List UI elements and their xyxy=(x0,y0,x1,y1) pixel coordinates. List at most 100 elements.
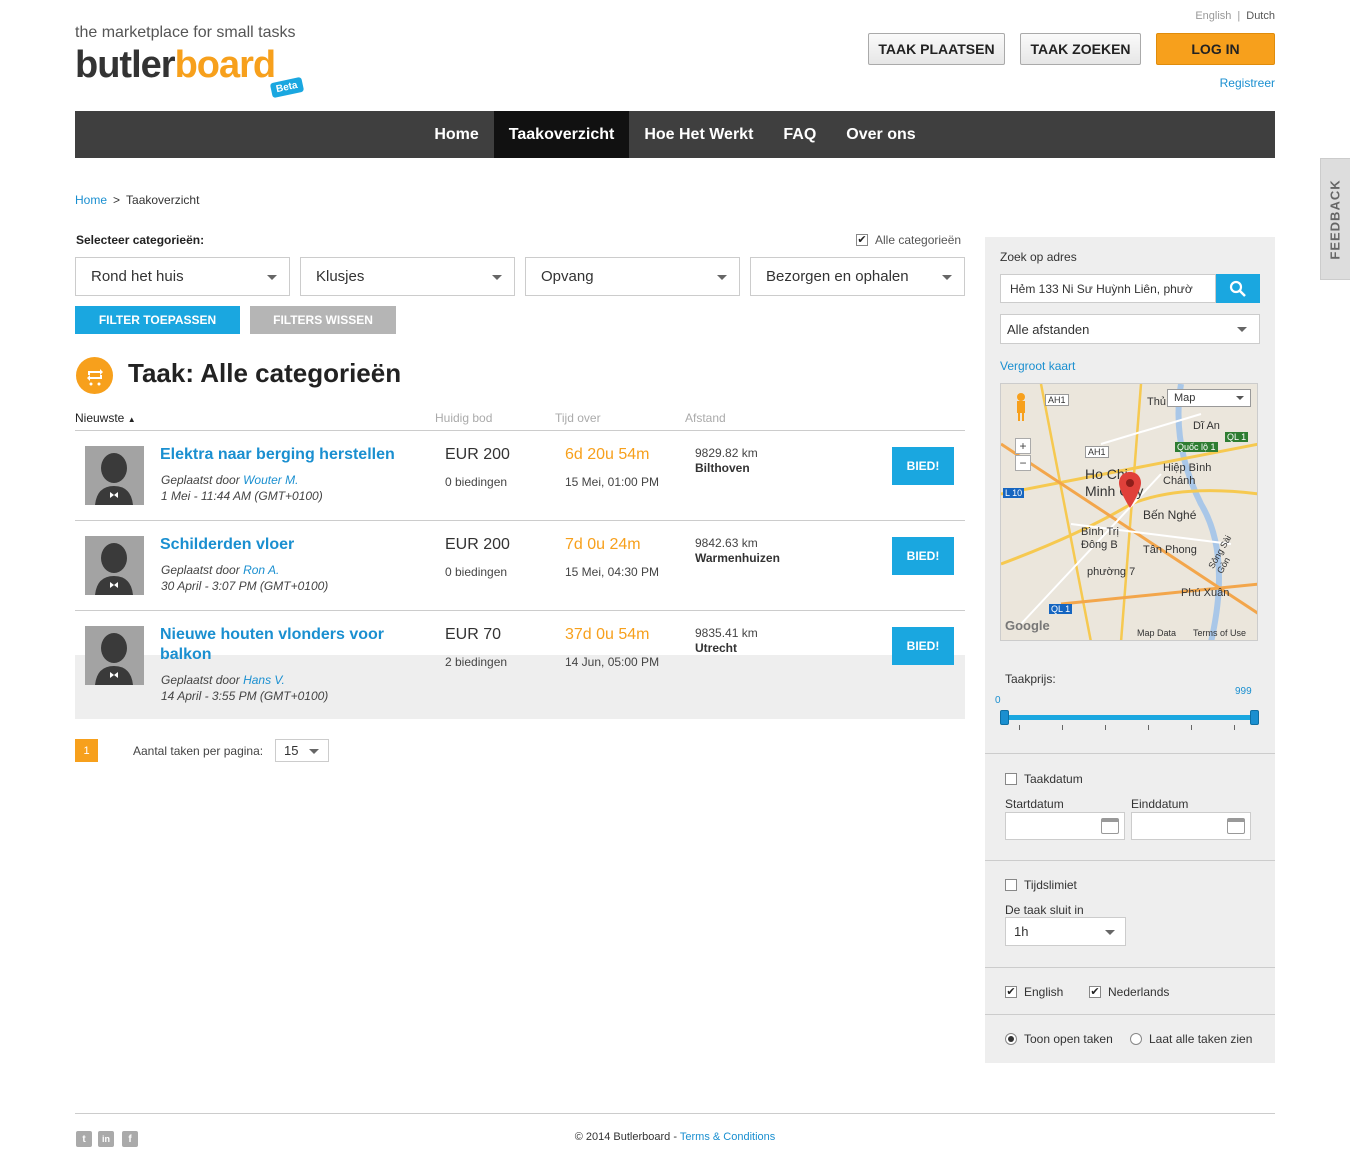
slider-tick xyxy=(1148,725,1149,730)
avatar[interactable] xyxy=(85,536,144,595)
logo-part-board: board xyxy=(174,44,277,86)
chevron-down-icon xyxy=(942,275,952,280)
radio-selected-icon[interactable] xyxy=(1005,1033,1017,1045)
distance-value: 9835.41 km xyxy=(695,626,758,640)
apply-filter-button[interactable]: FILTER TOEPASSEN xyxy=(75,306,240,334)
terms-link[interactable]: Terms & Conditions xyxy=(680,1131,775,1143)
address-label: Zoek op adres xyxy=(1000,250,1077,264)
copyright: © 2014 Butlerboard - Terms & Conditions xyxy=(0,1131,1350,1143)
per-page-value: 15 xyxy=(284,743,299,758)
checkbox-checked-icon[interactable]: ✔ xyxy=(1089,986,1101,998)
price-max: 999 xyxy=(1235,686,1252,697)
language-english-checkbox[interactable]: ✔ English xyxy=(1005,985,1063,999)
clear-filters-button[interactable]: FILTERS WISSEN xyxy=(250,306,396,334)
current-bid: EUR 200 xyxy=(445,446,510,463)
map[interactable]: + − Map Ho Chi Minh City Bến Nghé Hiệp B… xyxy=(1000,383,1258,641)
posted-by: Geplaatst door Ron A. xyxy=(161,563,279,577)
register-link[interactable]: Registreer xyxy=(1220,76,1275,90)
task-title-link[interactable]: Schilderden vloer xyxy=(160,535,410,555)
start-date-label: Startdatum xyxy=(1005,797,1064,811)
start-date-input[interactable] xyxy=(1005,812,1125,840)
map-terms-link[interactable]: Terms of Use xyxy=(1193,628,1246,638)
zoom-in-button[interactable]: + xyxy=(1015,438,1031,454)
header-current-bid: Huidig bod xyxy=(435,411,493,425)
bid-button[interactable]: BIED! xyxy=(892,447,954,485)
nav-faq[interactable]: FAQ xyxy=(768,111,831,158)
distance-city: Bilthoven xyxy=(695,461,750,475)
post-task-button[interactable]: TAAK PLAATSEN xyxy=(868,33,1005,65)
chevron-down-icon xyxy=(717,275,727,280)
street-view-pegman-icon[interactable] xyxy=(1013,392,1029,422)
lang-dutch-link[interactable]: Dutch xyxy=(1246,10,1275,22)
divider xyxy=(985,1014,1275,1015)
time-left: 37d 0u 54m xyxy=(565,626,650,643)
task-date-checkbox[interactable]: Taakdatum xyxy=(1005,772,1083,786)
find-task-button[interactable]: TAAK ZOEKEN xyxy=(1020,33,1141,65)
main-nav: Home Taakoverzicht Hoe Het Werkt FAQ Ove… xyxy=(75,111,1275,158)
logo[interactable]: butlerboard xyxy=(75,44,277,87)
all-categories-checkbox[interactable]: ✔ Alle categorieën xyxy=(856,233,961,247)
nav-about[interactable]: Over ons xyxy=(831,111,930,158)
checkbox-unchecked-icon[interactable] xyxy=(1005,773,1017,785)
address-search-button[interactable] xyxy=(1216,274,1260,303)
filter-sidebar: Zoek op adres Hẻm 133 Ni Sư Huỳnh Liên, … xyxy=(985,237,1275,1063)
divider xyxy=(985,967,1275,968)
page-number-current[interactable]: 1 xyxy=(75,739,98,762)
avatar[interactable] xyxy=(85,626,144,685)
language-dutch-checkbox[interactable]: ✔ Nederlands xyxy=(1089,985,1169,999)
show-all-label: Laat alle taken zien xyxy=(1149,1032,1253,1046)
chevron-down-icon xyxy=(309,749,319,754)
slider-tick xyxy=(1191,725,1192,730)
end-date-input[interactable] xyxy=(1131,812,1251,840)
task-cart-icon xyxy=(76,357,113,394)
map-marker-icon[interactable] xyxy=(1119,472,1141,511)
sort-newest[interactable]: Nieuwste ▲ xyxy=(75,411,136,425)
map-label-ben-nghe: Bến Nghé xyxy=(1143,508,1197,522)
price-slider-max-handle[interactable] xyxy=(1250,710,1259,725)
show-open-radio[interactable]: Toon open taken xyxy=(1005,1032,1113,1046)
radio-unselected-icon[interactable] xyxy=(1130,1033,1142,1045)
nav-how-it-works[interactable]: Hoe Het Werkt xyxy=(629,111,768,158)
category-dropdown-care[interactable]: Opvang xyxy=(525,257,740,296)
per-page-select[interactable]: 15 xyxy=(275,739,329,762)
breadcrumb-home[interactable]: Home xyxy=(75,193,107,207)
header: the marketplace for small tasks butlerbo… xyxy=(75,0,1275,110)
category-dropdown-chores[interactable]: Klusjes xyxy=(300,257,515,296)
distance-value: 9842.63 km xyxy=(695,536,758,550)
enlarge-map-link[interactable]: Vergroot kaart xyxy=(1000,359,1075,373)
price-slider-min-handle[interactable] xyxy=(1000,710,1009,725)
poster-link[interactable]: Ron A. xyxy=(243,563,279,577)
map-data-link[interactable]: Map Data xyxy=(1137,628,1176,638)
checkbox-checked-icon[interactable]: ✔ xyxy=(856,234,868,246)
show-all-radio[interactable]: Laat alle taken zien xyxy=(1130,1032,1252,1046)
radio-dot xyxy=(1008,1036,1014,1042)
breadcrumb-current: Taakoverzicht xyxy=(126,193,200,207)
nav-task-overview[interactable]: Taakoverzicht xyxy=(493,111,630,158)
slider-tick xyxy=(1062,725,1063,730)
login-button[interactable]: LOG IN xyxy=(1156,33,1275,65)
lang-english-link[interactable]: English xyxy=(1195,10,1231,22)
time-limit-checkbox[interactable]: Tijdslimiet xyxy=(1005,878,1077,892)
price-slider-track[interactable] xyxy=(1004,715,1255,720)
task-title-link[interactable]: Nieuwe houten vlonders voor balkon xyxy=(160,625,410,665)
closes-in-select[interactable]: 1h xyxy=(1005,917,1126,946)
calendar-icon[interactable] xyxy=(1101,818,1119,834)
poster-link[interactable]: Wouter M. xyxy=(243,473,298,487)
bid-button[interactable]: BIED! xyxy=(892,627,954,665)
task-title-link[interactable]: Elektra naar berging herstellen xyxy=(160,445,410,465)
distance-select[interactable]: Alle afstanden xyxy=(1000,314,1260,344)
category-dropdown-home[interactable]: Rond het huis xyxy=(75,257,290,296)
feedback-tab[interactable]: FEEDBACK xyxy=(1320,158,1350,280)
nav-home[interactable]: Home xyxy=(419,111,493,158)
zoom-out-button[interactable]: − xyxy=(1015,455,1031,471)
calendar-icon[interactable] xyxy=(1227,818,1245,834)
checkbox-unchecked-icon[interactable] xyxy=(1005,879,1017,891)
avatar[interactable] xyxy=(85,446,144,505)
map-type-select[interactable]: Map xyxy=(1167,389,1251,407)
map-type-value: Map xyxy=(1174,392,1196,404)
checkbox-checked-icon[interactable]: ✔ xyxy=(1005,986,1017,998)
poster-link[interactable]: Hans V. xyxy=(243,673,285,687)
category-dropdown-delivery[interactable]: Bezorgen en ophalen xyxy=(750,257,965,296)
address-search-input[interactable]: Hẻm 133 Ni Sư Huỳnh Liên, phườ xyxy=(1000,274,1216,303)
bid-button[interactable]: BIED! xyxy=(892,537,954,575)
